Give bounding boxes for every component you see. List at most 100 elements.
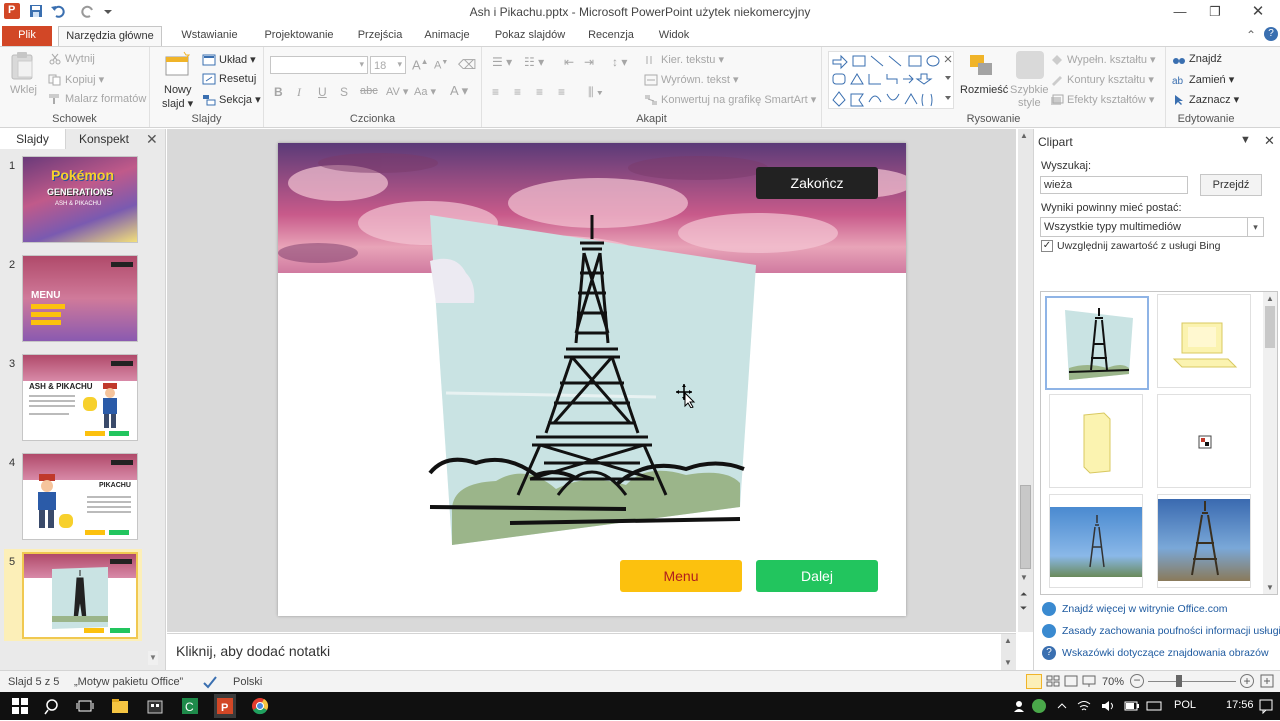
arrange-icon[interactable] xyxy=(966,53,996,79)
spellcheck-icon[interactable] xyxy=(202,674,218,690)
copy-button[interactable]: Kopiuj ▾ xyxy=(48,73,104,86)
underline-icon[interactable]: U xyxy=(318,85,327,99)
language-indicator[interactable]: Polski xyxy=(233,676,262,688)
file-explorer-icon[interactable] xyxy=(111,697,129,715)
grow-font-icon[interactable]: A▲ xyxy=(412,57,429,72)
notes-scrollbar[interactable]: ▲ ▼ xyxy=(1001,634,1016,671)
reading-view-icon[interactable] xyxy=(1064,674,1078,688)
editor-scrollbar[interactable]: ▲ ▼ ⏶ ⏷ xyxy=(1018,129,1033,632)
tray-app-icon[interactable] xyxy=(1032,699,1046,713)
slide-sorter-icon[interactable] xyxy=(1046,674,1060,688)
zoom-out-icon[interactable]: − xyxy=(1130,674,1144,688)
tab-transitions[interactable]: Przejścia xyxy=(350,26,410,46)
volume-icon[interactable] xyxy=(1100,699,1116,713)
font-color-icon[interactable]: A ▾ xyxy=(450,83,468,99)
clock[interactable]: 17:56 xyxy=(1226,699,1254,711)
layout-button[interactable]: Układ ▾ xyxy=(202,53,256,66)
text-direction-button[interactable]: Kier. tekstu ▾ xyxy=(644,53,724,66)
shape-effects-button[interactable]: Efekty kształtów ▾ xyxy=(1050,93,1154,106)
zoom-level[interactable]: 70% xyxy=(1102,676,1124,688)
search-go-button[interactable]: Przejdź xyxy=(1200,174,1262,196)
shrink-font-icon[interactable]: A▼ xyxy=(434,59,448,72)
clipart-result-eiffel-photo-2[interactable] xyxy=(1157,494,1251,588)
slide-thumbnail-1[interactable]: Pokémon GENERATIONS ASH & PIKACHU xyxy=(22,156,138,243)
close-window-button[interactable]: ✕ xyxy=(1243,2,1273,22)
italic-icon[interactable]: I xyxy=(297,85,301,100)
quick-styles-icon[interactable] xyxy=(1016,51,1044,79)
paste-button[interactable]: Wklej xyxy=(10,84,37,96)
tray-user-icon[interactable] xyxy=(1012,699,1026,713)
paste-icon[interactable] xyxy=(8,51,36,81)
font-name-select[interactable]: ▾ xyxy=(270,56,368,74)
section-button[interactable]: Sekcja ▾ xyxy=(202,93,261,106)
keyboard-icon[interactable] xyxy=(1146,699,1162,713)
new-slide-button-2[interactable]: slajd ▾ xyxy=(162,97,193,110)
align-center-icon[interactable]: ≡ xyxy=(514,85,521,99)
tab-outline-panel[interactable]: Konspekt xyxy=(72,129,136,149)
slide-thumbnail-3[interactable]: ASH & PIKACHU xyxy=(22,354,138,441)
align-text-button[interactable]: Wyrówn. tekst ▾ xyxy=(644,73,739,86)
zoom-in-icon[interactable]: + xyxy=(1240,674,1254,688)
previous-slide-icon[interactable]: ⏶ xyxy=(1020,589,1027,600)
cut-button[interactable]: Wytnij xyxy=(48,53,95,65)
tab-review[interactable]: Recenzja xyxy=(582,26,640,46)
tab-slideshow[interactable]: Pokaz slajdów xyxy=(486,26,574,46)
replace-button[interactable]: ab Zamień ▾ xyxy=(1172,73,1234,87)
fit-to-window-icon[interactable] xyxy=(1260,674,1274,688)
align-right-icon[interactable]: ≡ xyxy=(536,85,543,99)
slide-thumbnail-2[interactable]: MENU xyxy=(22,255,138,342)
format-painter-button[interactable]: Malarz formatów xyxy=(48,93,146,105)
close-pane-icon[interactable]: ✕ xyxy=(1264,133,1275,149)
media-type-select[interactable]: Wszystkie typy multimediów ▾ xyxy=(1040,217,1264,237)
notifications-icon[interactable] xyxy=(1258,698,1274,715)
clipart-result-eiffel-clipart[interactable] xyxy=(1045,296,1149,390)
privacy-link[interactable]: Zasady zachowania poufności informacji u… xyxy=(1062,625,1280,637)
tray-chevron-icon[interactable] xyxy=(1055,699,1069,713)
quick-styles-button-1[interactable]: Szybkie xyxy=(1010,84,1049,96)
shapes-gallery[interactable] xyxy=(828,51,954,109)
store-icon[interactable] xyxy=(146,697,164,715)
slideshow-view-icon[interactable] xyxy=(1082,674,1096,688)
scroll-up-icon[interactable]: ▲ xyxy=(1020,131,1028,140)
clipart-result-computer[interactable] xyxy=(1157,294,1251,388)
pane-options-icon[interactable]: ▼ xyxy=(1240,134,1251,146)
new-slide-icon[interactable] xyxy=(164,51,191,79)
eiffel-tower-clipart[interactable] xyxy=(426,213,756,553)
close-panel-icon[interactable]: ✕ xyxy=(146,131,158,148)
bold-icon[interactable]: B xyxy=(274,85,283,99)
clipart-result-small-icon[interactable] xyxy=(1157,394,1251,488)
maximize-button[interactable]: ❐ xyxy=(1200,2,1230,22)
justify-icon[interactable]: ≡ xyxy=(558,85,565,99)
office-com-link[interactable]: Znajdź więcej w witrynie Office.com xyxy=(1062,603,1228,615)
search-tips-link[interactable]: Wskazówki dotyczące znajdowania obrazów xyxy=(1062,647,1269,659)
columns-icon[interactable]: ⫼ ▾ xyxy=(588,85,603,100)
battery-icon[interactable] xyxy=(1124,699,1140,713)
zoom-slider[interactable] xyxy=(1148,681,1236,682)
chrome-icon[interactable] xyxy=(251,697,269,715)
find-button[interactable]: Znajdź xyxy=(1172,53,1222,65)
powerpoint-taskbar-icon[interactable]: P xyxy=(214,694,236,718)
slide-thumbnail-4[interactable]: PIKACHU xyxy=(22,453,138,540)
task-view-icon[interactable] xyxy=(76,697,94,715)
theme-name[interactable]: „Motyw pakietu Office” xyxy=(74,676,183,688)
tab-insert[interactable]: Wstawianie xyxy=(172,26,247,46)
arrange-button[interactable]: Rozmieść xyxy=(960,84,1008,96)
clipart-result-pc-tower[interactable] xyxy=(1049,394,1143,488)
tab-file[interactable]: Plik xyxy=(2,26,52,46)
bing-checkbox[interactable]: ✓ xyxy=(1041,240,1053,252)
windows-start-icon[interactable] xyxy=(11,697,29,715)
increase-indent-icon[interactable]: ⇥ xyxy=(584,55,594,69)
editor-scroll-thumb[interactable] xyxy=(1020,485,1031,569)
clipart-result-eiffel-photo-1[interactable] xyxy=(1049,494,1143,588)
minimize-ribbon-icon[interactable]: ⌃ xyxy=(1246,28,1256,42)
quick-styles-button-2[interactable]: style xyxy=(1018,97,1041,109)
slide-thumbnail-5[interactable] xyxy=(22,552,138,639)
shape-outline-button[interactable]: Kontury kształtu ▾ xyxy=(1050,73,1154,87)
tab-design[interactable]: Projektowanie xyxy=(256,26,342,46)
decrease-indent-icon[interactable]: ⇤ xyxy=(564,55,574,69)
scroll-down-icon[interactable]: ▼ xyxy=(1020,573,1028,582)
bullets-icon[interactable]: ☰ ▾ xyxy=(492,55,512,69)
tab-view[interactable]: Widok xyxy=(648,26,700,46)
notes-pane[interactable]: Kliknij, aby dodać notatki ▲ ▼ xyxy=(167,633,1016,671)
shadow-text-icon[interactable]: S xyxy=(340,85,348,99)
